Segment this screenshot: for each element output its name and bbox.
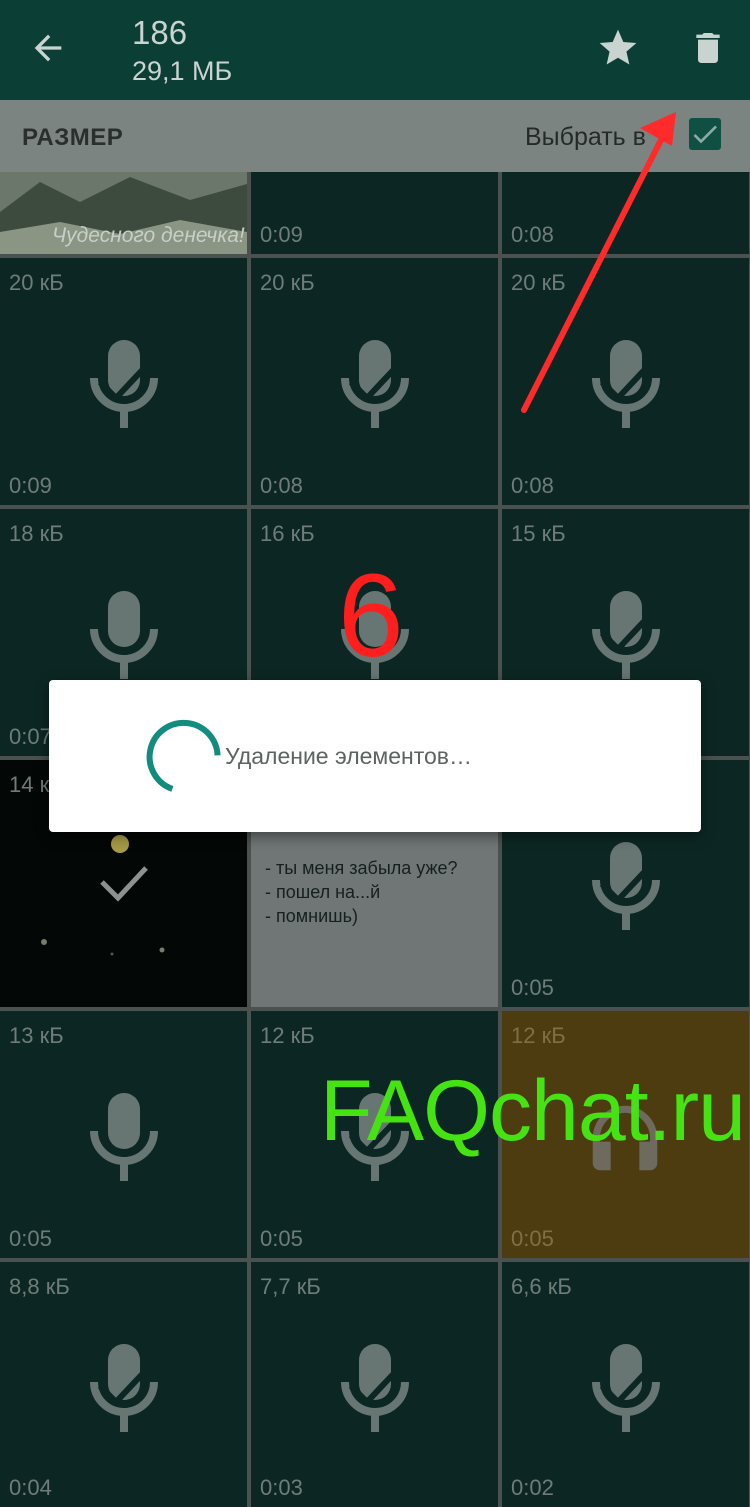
voice-duration: 0:05 xyxy=(9,1226,52,1251)
progress-message: Удаление элементов… xyxy=(225,743,473,769)
trash-icon[interactable] xyxy=(688,26,728,70)
selected-size: 29,1 МБ xyxy=(132,56,233,86)
selected-count: 186 xyxy=(132,14,188,51)
voice-duration: 0:07 xyxy=(9,724,52,749)
checkmark-icon xyxy=(599,612,653,654)
back-arrow-icon[interactable] xyxy=(28,28,68,68)
voice-duration: 0:08 xyxy=(511,222,554,247)
voice-size: 18 кБ xyxy=(9,521,64,546)
voice-size: 13 кБ xyxy=(9,1023,64,1048)
checkmark-icon xyxy=(599,863,653,905)
voice-size: 8,8 кБ xyxy=(9,1274,70,1299)
checkmark-icon xyxy=(348,361,402,403)
voice-size: 12 кБ xyxy=(260,1023,315,1048)
voice-duration: 0:09 xyxy=(9,473,52,498)
image-caption: Чудесного денечка! xyxy=(52,224,245,247)
voice-message[interactable]: 13 кБ 0:05 xyxy=(0,1011,247,1258)
checkmark-icon xyxy=(97,1365,151,1407)
voice-duration: 0:05 xyxy=(511,975,554,1000)
voice-duration: 0:04 xyxy=(9,1475,52,1500)
microphone-icon xyxy=(90,591,158,679)
voice-duration: 0:08 xyxy=(511,473,554,498)
image-thumbnail[interactable]: Чудесного денечка! xyxy=(0,172,247,254)
checkmark-icon xyxy=(599,361,653,403)
voice-message[interactable]: 20 кБ 0:08 xyxy=(251,258,498,505)
checkmark-icon xyxy=(599,1365,653,1407)
voice-message[interactable]: 20 кБ 0:09 xyxy=(0,258,247,505)
voice-message[interactable]: 20 кБ 0:08 xyxy=(502,258,749,505)
voice-duration: 0:08 xyxy=(260,473,303,498)
voice-duration: 0:05 xyxy=(260,1226,303,1251)
checkmark-icon xyxy=(348,1365,402,1407)
voice-message[interactable]: 8,8 кБ 0:04 xyxy=(0,1262,247,1507)
video-size: 14 к xyxy=(9,772,50,797)
voice-duration: 0:03 xyxy=(260,1475,303,1500)
star-icon[interactable] xyxy=(596,26,640,70)
voice-size: 20 кБ xyxy=(9,270,64,295)
progress-dialog: Удаление элементов… xyxy=(49,680,701,832)
voice-message[interactable]: 0:08 xyxy=(502,172,749,254)
voice-size: 16 кБ xyxy=(260,521,315,546)
voice-message[interactable]: 0:09 xyxy=(251,172,498,254)
voice-size: 20 кБ xyxy=(260,270,315,295)
voice-size: 6,6 кБ xyxy=(511,1274,572,1299)
voice-message[interactable]: 6,6 кБ 0:02 xyxy=(502,1262,749,1507)
select-all-label[interactable]: Выбрать в xyxy=(525,123,646,152)
audio-duration: 0:05 xyxy=(511,1226,554,1251)
sort-bar: РАЗМЕР Выбрать в xyxy=(0,100,750,172)
voice-duration: 0:09 xyxy=(260,222,303,247)
voice-message[interactable]: 7,7 кБ 0:03 xyxy=(251,1262,498,1507)
voice-size: 15 кБ xyxy=(511,521,566,546)
checkmark-icon xyxy=(97,361,151,403)
voice-size: 20 кБ xyxy=(511,270,566,295)
microphone-icon xyxy=(90,1093,158,1181)
sort-by-size[interactable]: РАЗМЕР xyxy=(22,124,123,152)
image-text: - ты меня забыла уже? - пошел на...й - п… xyxy=(265,858,458,926)
voice-size: 7,7 кБ xyxy=(260,1274,321,1299)
step-number-annotation: 6 xyxy=(338,550,404,682)
audio-size: 12 кБ xyxy=(511,1023,566,1048)
loading-spinner-icon xyxy=(146,719,221,792)
select-all-checkbox[interactable] xyxy=(689,118,721,150)
voice-duration: 0:02 xyxy=(511,1475,554,1500)
app-bar: 186 29,1 МБ xyxy=(0,0,750,100)
checkmark-icon xyxy=(693,125,717,144)
media-grid: Чудесного денечка! 0:09 0:08 20 кБ 0:09 … xyxy=(0,172,750,1507)
watermark: FAQchat.ru xyxy=(320,1063,746,1159)
